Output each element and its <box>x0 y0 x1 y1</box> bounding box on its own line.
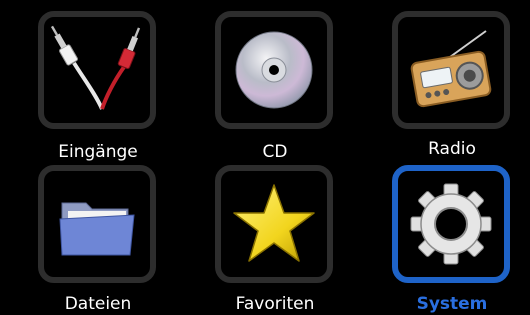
folder-icon <box>44 171 150 277</box>
cd-icon <box>221 17 327 123</box>
star-icon <box>221 171 327 277</box>
menu-item-label: CD <box>262 142 288 162</box>
menu-item-frame <box>392 11 510 129</box>
menu-item-radio[interactable]: Radio <box>392 11 512 161</box>
menu-item-label: System <box>416 294 488 314</box>
radio-icon <box>398 17 504 123</box>
menu-item-frame <box>38 11 156 129</box>
menu-item-system[interactable]: System <box>392 165 512 315</box>
menu-item-label: Dateien <box>64 294 132 314</box>
menu-item-label: Radio <box>428 139 476 159</box>
menu-item-cd[interactable]: CD <box>215 11 335 162</box>
menu-item-favoriten[interactable]: Favoriten <box>215 165 335 315</box>
main-menu-screen: Eingänge CD Radio Dateien Favoriten Syst… <box>0 0 530 314</box>
menu-item-eingaenge[interactable]: Eingänge <box>38 11 158 162</box>
audio-cable-icon <box>44 17 150 123</box>
menu-item-frame <box>215 11 333 129</box>
menu-item-dateien[interactable]: Dateien <box>38 165 158 315</box>
menu-item-frame <box>392 165 510 283</box>
menu-item-label: Eingänge <box>58 142 138 162</box>
menu-item-frame <box>38 165 156 283</box>
menu-item-frame <box>215 165 333 283</box>
gear-icon <box>398 171 504 277</box>
menu-item-label: Favoriten <box>235 294 315 314</box>
